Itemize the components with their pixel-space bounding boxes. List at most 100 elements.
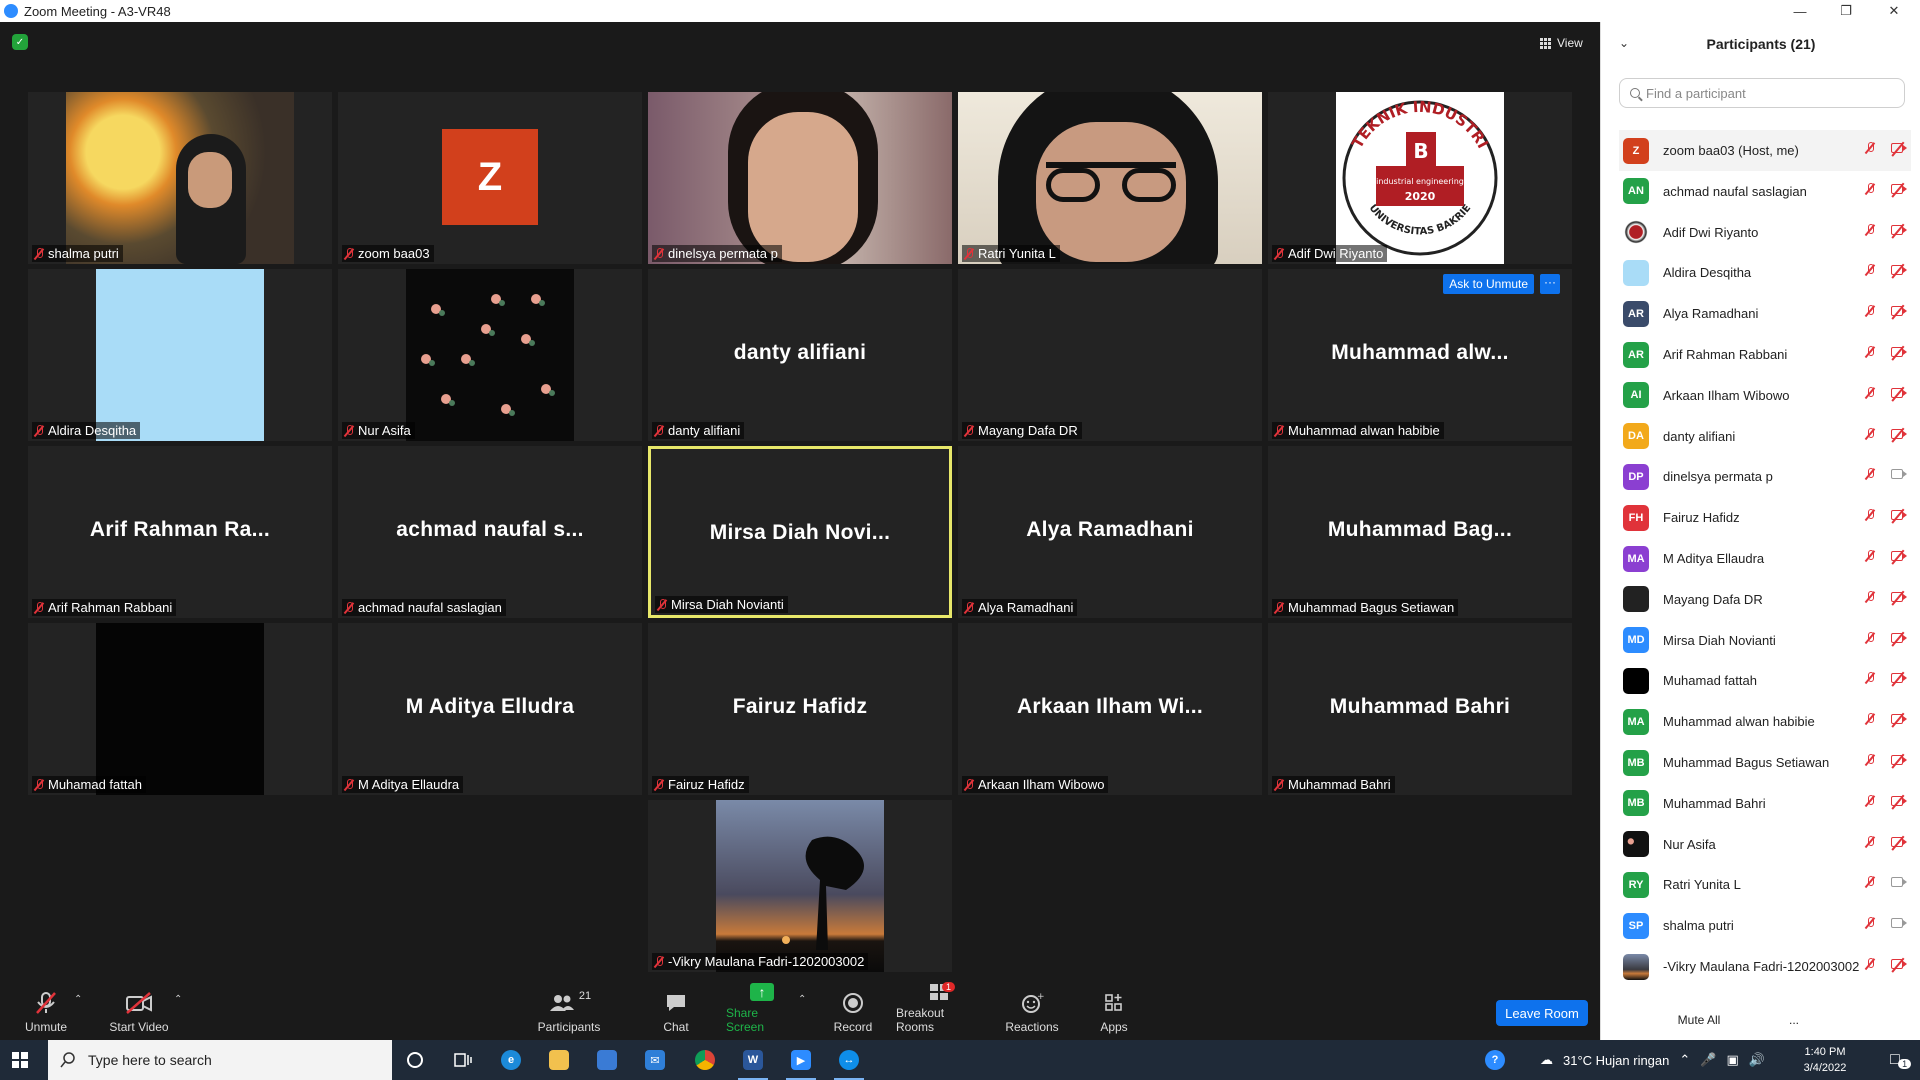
video-tile[interactable]: Muhammad Bag... Muhammad Bagus Setiawan bbox=[1268, 446, 1572, 618]
camera-off-icon[interactable] bbox=[1891, 795, 1907, 808]
encryption-shield-icon[interactable]: ✓ bbox=[12, 34, 28, 50]
participant-row[interactable]: MB Muhammad Bahri bbox=[1619, 783, 1911, 824]
participant-row[interactable]: -Vikry Maulana Fadri-1202003002 bbox=[1619, 946, 1911, 987]
participant-row[interactable]: Muhamad fattah bbox=[1619, 660, 1911, 701]
panel-more-button[interactable]: ... bbox=[1781, 1007, 1807, 1033]
maximize-button[interactable]: ❐ bbox=[1828, 0, 1864, 22]
notification-icon[interactable]: □ 1 bbox=[1880, 1046, 1912, 1074]
participant-row[interactable]: MA M Aditya Ellaudra bbox=[1619, 538, 1911, 579]
participant-row[interactable]: MB Muhammad Bagus Setiawan bbox=[1619, 742, 1911, 783]
mic-muted-icon[interactable] bbox=[1865, 917, 1875, 929]
camera-off-icon[interactable] bbox=[1891, 959, 1907, 971]
chrome-icon[interactable] bbox=[690, 1046, 720, 1074]
mic-muted-icon[interactable] bbox=[1865, 754, 1875, 766]
participants-button[interactable]: 21 Participants bbox=[536, 980, 602, 1040]
video-tile[interactable]: danty alifiani danty alifiani bbox=[648, 269, 952, 441]
edge-icon[interactable]: e bbox=[496, 1046, 526, 1074]
video-tile[interactable]: Alya Ramadhani Alya Ramadhani bbox=[958, 446, 1262, 618]
video-tile[interactable]: dinelsya permata p bbox=[648, 92, 952, 264]
audio-options-chevron-icon[interactable]: ⌃ bbox=[74, 994, 82, 1005]
network-icon[interactable]: ▣ bbox=[1726, 1052, 1738, 1068]
camera-off-icon[interactable] bbox=[1891, 265, 1907, 277]
camera-off-icon[interactable] bbox=[1891, 632, 1907, 645]
video-tile[interactable]: Aldira Desqitha bbox=[28, 269, 332, 441]
participant-row[interactable]: RY Ratri Yunita L bbox=[1619, 864, 1911, 905]
camera-icon[interactable] bbox=[1891, 877, 1907, 889]
microphone-icon[interactable]: 🎤 bbox=[1700, 1052, 1716, 1068]
leave-room-button[interactable]: Leave Room bbox=[1496, 1000, 1588, 1026]
camera-off-icon[interactable] bbox=[1891, 836, 1907, 849]
mic-muted-icon[interactable] bbox=[1865, 876, 1875, 888]
apps-button[interactable]: Apps bbox=[1096, 980, 1132, 1040]
task-view-icon[interactable] bbox=[448, 1046, 478, 1074]
camera-off-icon[interactable] bbox=[1891, 347, 1907, 359]
camera-off-icon[interactable] bbox=[1891, 551, 1907, 563]
video-tile[interactable]: Muhamad fattah bbox=[28, 623, 332, 795]
windows-start-icon[interactable] bbox=[12, 1052, 28, 1068]
video-tile[interactable]: shalma putri bbox=[28, 92, 332, 264]
mic-muted-icon[interactable] bbox=[1865, 346, 1875, 358]
mic-muted-icon[interactable] bbox=[1865, 427, 1875, 440]
mic-muted-icon[interactable] bbox=[1865, 631, 1875, 644]
participant-row[interactable]: Mayang Dafa DR bbox=[1619, 579, 1911, 620]
mic-muted-icon[interactable] bbox=[1865, 305, 1875, 317]
mic-muted-icon[interactable] bbox=[1865, 223, 1875, 236]
video-tile[interactable]: Mayang Dafa DR bbox=[958, 269, 1262, 441]
participant-row[interactable]: AR Alya Ramadhani bbox=[1619, 293, 1911, 334]
unmute-button[interactable]: Unmute bbox=[18, 980, 74, 1040]
teamviewer-icon[interactable]: ↔ bbox=[834, 1046, 864, 1074]
camera-off-icon[interactable] bbox=[1891, 387, 1907, 400]
start-video-button[interactable]: Start Video bbox=[104, 980, 174, 1040]
file-explorer-icon[interactable] bbox=[544, 1046, 574, 1074]
camera-off-icon[interactable] bbox=[1891, 428, 1907, 441]
participant-row[interactable]: DA danty alifiani bbox=[1619, 416, 1911, 457]
camera-icon[interactable] bbox=[1891, 469, 1907, 481]
taskbar-clock[interactable]: 1:40 PM 3/4/2022 bbox=[1790, 1044, 1860, 1076]
participant-row[interactable]: FH Fairuz Hafidz bbox=[1619, 497, 1911, 538]
video-tile[interactable]: Mirsa Diah Novi... Mirsa Diah Novianti bbox=[648, 446, 952, 618]
volume-icon[interactable]: 🔊 bbox=[1749, 1052, 1765, 1068]
participant-row[interactable]: AI Arkaan Ilham Wibowo bbox=[1619, 375, 1911, 416]
video-tile[interactable]: M Aditya Elludra M Aditya Ellaudra bbox=[338, 623, 642, 795]
tray-chevron-icon[interactable]: ⌃ bbox=[1679, 1052, 1690, 1068]
participant-row[interactable]: Aldira Desqitha bbox=[1619, 252, 1911, 293]
chat-button[interactable]: Chat bbox=[656, 980, 696, 1040]
participant-row[interactable]: DP dinelsya permata p bbox=[1619, 456, 1911, 497]
camera-off-icon[interactable] bbox=[1891, 673, 1907, 685]
close-window-button[interactable]: ✕ bbox=[1876, 0, 1912, 22]
store-icon[interactable] bbox=[592, 1046, 622, 1074]
video-tile[interactable]: Nur Asifa bbox=[338, 269, 642, 441]
participant-row[interactable]: Nur Asifa bbox=[1619, 824, 1911, 865]
mute-all-button[interactable]: Mute All bbox=[1663, 1007, 1735, 1033]
camera-icon[interactable] bbox=[1891, 918, 1907, 930]
camera-off-icon[interactable] bbox=[1891, 306, 1907, 318]
word-icon[interactable]: W bbox=[738, 1046, 768, 1074]
camera-off-icon[interactable] bbox=[1891, 143, 1907, 155]
participant-row[interactable]: AR Arif Rahman Rabbani bbox=[1619, 334, 1911, 375]
mic-muted-icon[interactable] bbox=[1865, 468, 1875, 480]
participant-row[interactable]: SP shalma putri bbox=[1619, 905, 1911, 946]
breakout-rooms-button[interactable]: 1 Breakout Rooms bbox=[896, 980, 984, 1040]
cortana-icon[interactable] bbox=[400, 1046, 430, 1074]
video-tile[interactable]: Muhammad Bahri Muhammad Bahri bbox=[1268, 623, 1572, 795]
mic-muted-icon[interactable] bbox=[1865, 794, 1875, 807]
ask-to-unmute-button[interactable]: Ask to Unmute bbox=[1443, 274, 1534, 294]
video-tile[interactable]: -Vikry Maulana Fadri-1202003002 bbox=[648, 800, 952, 972]
camera-off-icon[interactable] bbox=[1891, 224, 1907, 237]
mic-muted-icon[interactable] bbox=[1865, 590, 1875, 603]
video-options-chevron-icon[interactable]: ⌃ bbox=[174, 994, 182, 1005]
mic-muted-icon[interactable] bbox=[1865, 386, 1875, 399]
camera-off-icon[interactable] bbox=[1891, 714, 1907, 726]
participant-row[interactable]: MA Muhammad alwan habibie bbox=[1619, 701, 1911, 742]
view-button[interactable]: View bbox=[1540, 32, 1583, 54]
taskbar-search-box[interactable]: Type here to search bbox=[48, 1040, 392, 1080]
mail-icon[interactable]: ✉ bbox=[640, 1046, 670, 1074]
help-icon[interactable]: ? bbox=[1480, 1046, 1510, 1074]
share-screen-button[interactable]: ↑ Share Screen bbox=[726, 980, 798, 1040]
mic-muted-icon[interactable] bbox=[1865, 835, 1875, 848]
camera-off-icon[interactable] bbox=[1891, 183, 1907, 196]
mic-muted-icon[interactable] bbox=[1865, 182, 1875, 195]
tile-more-options-button[interactable]: ··· bbox=[1540, 274, 1560, 294]
video-tile[interactable]: Arif Rahman Ra... Arif Rahman Rabbani bbox=[28, 446, 332, 618]
mic-muted-icon[interactable] bbox=[1865, 550, 1875, 562]
